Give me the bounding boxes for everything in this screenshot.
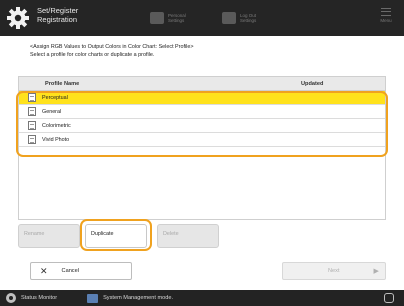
personal-settings-label: Personal Settings [168, 13, 186, 23]
status-bar: Status Monitor System Management mode. [0, 290, 404, 306]
table-row-general[interactable]: General [19, 105, 385, 119]
header-bar: Set/Register Registration Personal Setti… [0, 0, 404, 36]
personal-settings-button[interactable]: Personal Settings [150, 9, 186, 27]
table-row-vivid-photo[interactable]: Vivid Photo [19, 133, 385, 147]
delete-button[interactable]: Delete [157, 224, 219, 248]
system-management-icon [87, 293, 99, 303]
table-header: Profile Name Updated [19, 77, 385, 91]
personal-settings-icon [150, 12, 164, 24]
menu-label: Menu [380, 18, 392, 23]
energy-saver-icon[interactable] [384, 293, 394, 303]
rename-button[interactable]: Rename [18, 224, 80, 248]
menu-button[interactable]: Menu [376, 6, 396, 30]
settings-gear-icon [7, 7, 29, 29]
status-monitor-icon[interactable] [6, 293, 16, 303]
status-monitor-label[interactable]: Status Monitor [21, 295, 57, 301]
profile-doc-icon [28, 107, 36, 116]
profile-name: Vivid Photo [42, 136, 70, 143]
profile-doc-icon [28, 93, 36, 102]
logout-settings-button[interactable]: Log Out Settings [222, 9, 256, 27]
profile-name: General [42, 108, 62, 115]
arrow-right-icon: ▶ [373, 268, 379, 275]
page-title: Set/Register Registration [37, 6, 79, 24]
cancel-label: Cancel [61, 268, 79, 274]
logout-settings-icon [222, 12, 236, 24]
cancel-button[interactable]: ✕ Cancel [30, 262, 132, 280]
table-row-colorimetric[interactable]: Colorimetric [19, 119, 385, 133]
profile-table: Profile Name Updated Perceptual General … [18, 76, 386, 220]
next-label: Next [328, 268, 340, 274]
instructions-text: <Assign RGB Values to Output Colors in C… [30, 44, 194, 58]
next-button[interactable]: Next ▶ [282, 262, 386, 280]
profile-name: Colorimetric [42, 122, 71, 129]
profile-doc-icon [28, 135, 36, 144]
table-row-perceptual[interactable]: Perceptual [19, 91, 385, 105]
system-mode-label: System Management mode. [103, 295, 174, 301]
hamburger-icon [381, 8, 391, 16]
logout-settings-label: Log Out Settings [240, 13, 257, 23]
close-icon: ✕ [40, 265, 48, 276]
col-profile-name: Profile Name [45, 80, 80, 87]
profile-name: Perceptual [42, 94, 68, 101]
col-updated: Updated [301, 80, 324, 87]
profile-doc-icon [28, 121, 36, 130]
duplicate-button[interactable]: Duplicate [85, 224, 147, 248]
